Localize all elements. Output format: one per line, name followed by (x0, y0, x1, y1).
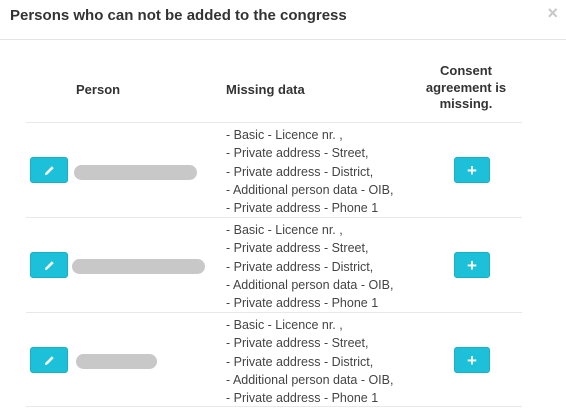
missing-data-list: - Basic - Licence nr. , - Private addres… (226, 221, 393, 312)
pencil-icon (44, 165, 54, 175)
missing-data-item: - Basic - Licence nr. , (226, 128, 343, 142)
missing-data-item: - Private address - District, (226, 259, 374, 274)
missing-data-list: - Basic - Licence nr. , - Private addres… (226, 316, 393, 407)
missing-data-item: - Private address - Phone 1 (226, 201, 379, 216)
missing-data-item: - Private address - District, (226, 354, 374, 369)
redacted-person-name (74, 165, 197, 180)
column-header-person: Person (76, 82, 121, 97)
missing-data-item: - Private address - District, (226, 164, 374, 179)
table-row: - Basic - Licence nr. , - Private addres… (26, 217, 522, 312)
missing-data-item: - Private address - Street, (226, 146, 369, 161)
plus-icon: + (467, 255, 477, 275)
edit-person-button[interactable] (30, 347, 68, 373)
missing-data-list: - Basic - Licence nr. , - Private addres… (226, 126, 393, 217)
missing-data-item: - Private address - Phone 1 (226, 296, 379, 311)
edit-person-button[interactable] (30, 252, 68, 278)
close-icon[interactable]: × (547, 3, 558, 23)
missing-data-item: - Private address - Phone 1 (226, 391, 379, 406)
column-header-missing-data: Missing data (226, 82, 305, 97)
pencil-icon (44, 355, 54, 365)
dialog-title: Persons who can not be added to the cong… (10, 7, 347, 24)
missing-data-item: - Private address - Street, (226, 336, 369, 351)
pencil-icon (44, 260, 54, 270)
dialog-header: Persons who can not be added to the cong… (0, 0, 566, 40)
table-row: - Basic - Licence nr. , - Private addres… (26, 312, 522, 407)
missing-data-item: - Additional person data - OIB, (226, 372, 394, 387)
column-header-consent: Consent agreement is missing. (425, 63, 507, 111)
redacted-person-name (76, 354, 157, 369)
missing-data-item: - Additional person data - OIB, (226, 182, 394, 197)
missing-data-item: - Basic - Licence nr. , (226, 318, 343, 332)
add-consent-button[interactable]: + (454, 252, 490, 278)
plus-icon: + (467, 350, 477, 370)
plus-icon: + (467, 160, 477, 180)
add-consent-button[interactable]: + (454, 347, 490, 373)
redacted-person-name (72, 259, 205, 274)
add-consent-button[interactable]: + (454, 157, 490, 183)
table-row: - Basic - Licence nr. , - Private addres… (26, 122, 522, 217)
missing-data-item: - Basic - Licence nr. , (226, 223, 343, 237)
persons-not-added-dialog: Persons who can not be added to the cong… (0, 0, 566, 418)
edit-person-button[interactable] (30, 157, 68, 183)
missing-data-item: - Private address - Street, (226, 241, 369, 256)
missing-data-item: - Additional person data - OIB, (226, 277, 394, 292)
